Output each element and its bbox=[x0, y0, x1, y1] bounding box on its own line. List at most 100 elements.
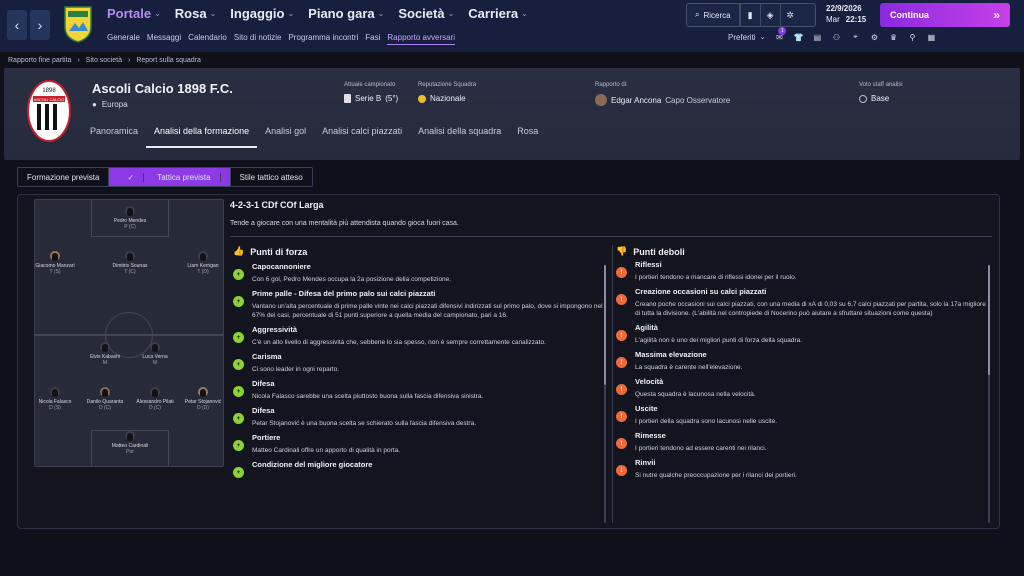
submenu-programma-incontri[interactable]: Programma incontri bbox=[288, 33, 358, 45]
submenu-sito-notizie[interactable]: Sito di notizie bbox=[234, 33, 282, 45]
training-icon[interactable]: ⚙ bbox=[869, 32, 879, 42]
reputation-value: Nazionale bbox=[430, 94, 466, 103]
club-crest-icon[interactable] bbox=[63, 5, 93, 43]
item-text: I portieri tendono a mancare di riflessi… bbox=[635, 274, 797, 281]
player-marker[interactable]: Petar Stojanović D (D) bbox=[183, 387, 223, 411]
menu-rosa[interactable]: Rosa ⌄ bbox=[175, 6, 217, 21]
trophy-icon[interactable]: ♛ bbox=[888, 32, 898, 42]
list-item: ! Rinvii Si nutre qualche preoccupazione p… bbox=[616, 458, 986, 480]
menu-label: Società bbox=[398, 6, 445, 21]
player-position: T (D) bbox=[197, 269, 209, 275]
weakness-icon: ! bbox=[616, 267, 627, 278]
chevron-right-icon: › bbox=[127, 57, 131, 64]
region-label: Europa bbox=[101, 100, 128, 109]
league-name[interactable]: Serie B bbox=[355, 94, 381, 103]
staff-vote-value: Base bbox=[871, 94, 890, 103]
tactics-icon[interactable]: ⌖ bbox=[850, 32, 860, 42]
continue-button[interactable]: Continua » bbox=[880, 3, 1010, 27]
people-icon[interactable]: ⚇ bbox=[831, 32, 841, 42]
chevron-right-icon: › bbox=[77, 57, 80, 64]
player-marker[interactable]: Liam Kerrigan T (D) bbox=[183, 251, 223, 275]
tab-analisi-calci-piazzati[interactable]: Analisi calci piazzati bbox=[314, 126, 410, 148]
tab-panoramica[interactable]: Panoramica bbox=[82, 126, 146, 148]
date-text: 22/9/2026 bbox=[826, 4, 862, 13]
player-marker[interactable]: Luca Verna M bbox=[135, 342, 175, 366]
report-tabs: Panoramica Analisi della formazione Anal… bbox=[82, 126, 546, 148]
menu-ingaggio[interactable]: Ingaggio ⌄ bbox=[230, 6, 294, 21]
strength-icon: + bbox=[233, 332, 244, 343]
team-region: ● Europa bbox=[92, 100, 128, 109]
list-item: ! Rimesse I portieri tendono ad essere car… bbox=[616, 431, 986, 453]
inbox-icon[interactable]: ✉ 1 bbox=[774, 27, 787, 42]
menu-label: Rosa bbox=[174, 6, 207, 21]
player-marker[interactable]: Pedro Mendes P (C) bbox=[110, 206, 150, 230]
player-marker[interactable]: Dimitris Sounas T (C) bbox=[110, 251, 150, 275]
menu-carriera[interactable]: Carriera ⌄ bbox=[468, 6, 528, 21]
submenu-rapporto-avversari[interactable]: Rapporto avversari bbox=[387, 33, 455, 45]
heading-label: Punti di forza bbox=[250, 246, 308, 257]
player-marker[interactable]: Matteo Cardinali Por bbox=[110, 431, 150, 455]
player-marker[interactable]: Elvis Kabashi M bbox=[85, 342, 125, 366]
calendar-icon[interactable]: ▦ bbox=[926, 32, 936, 42]
scrollbar-thumb[interactable] bbox=[988, 265, 990, 375]
team-crest-icon: 1898 ASCOLI CALCIO bbox=[27, 80, 71, 142]
subtab-tattica-prevista[interactable]: ✓ Tattica prevista bbox=[109, 168, 231, 186]
item-text: Creano poche occasioni sui calci piazzat… bbox=[635, 301, 986, 317]
chevron-down-icon: ⌄ bbox=[759, 34, 766, 41]
report-by-block: Rapporto di: Edgar Ancona Capo Osservator… bbox=[595, 82, 730, 106]
tab-analisi-gol[interactable]: Analisi gol bbox=[257, 126, 314, 148]
breadcrumb-item[interactable]: Rapporto fine partita bbox=[8, 57, 71, 64]
settings-button[interactable]: ✲ bbox=[779, 4, 800, 26]
player-position: T (S) bbox=[49, 269, 61, 275]
search-button[interactable]: ⌕ Ricerca bbox=[687, 4, 740, 26]
back-button[interactable]: ‹ bbox=[7, 10, 27, 40]
item-text: Con 6 gol, Pedro Mendes occupa la 2a pos… bbox=[252, 276, 452, 283]
info-label: Rapporto di: bbox=[595, 82, 628, 88]
submenu-messaggi[interactable]: Messaggi bbox=[147, 33, 181, 45]
top-bar: ‹ › Portale ⌄ Rosa ⌄ Ingaggio ⌄ Piano gara ⌄… bbox=[0, 0, 1024, 52]
scrollbar-thumb[interactable] bbox=[604, 265, 606, 385]
chevron-down-icon: ⌄ bbox=[521, 9, 528, 18]
menu-societa[interactable]: Società ⌄ bbox=[398, 6, 454, 21]
tab-rosa[interactable]: Rosa bbox=[509, 126, 546, 148]
breadcrumb-item[interactable]: Sito società bbox=[86, 57, 122, 64]
favorites-dropdown[interactable]: Preferiti ⌄ bbox=[728, 33, 765, 42]
column-divider bbox=[612, 245, 613, 523]
player-marker[interactable]: Giacomo Manzari T (S) bbox=[35, 251, 75, 275]
forward-button[interactable]: › bbox=[30, 10, 50, 40]
date-display[interactable]: 22/9/2026 Mar 22:15 bbox=[826, 3, 874, 27]
player-marker[interactable]: Alessandro Pilati D (C) bbox=[135, 387, 175, 411]
player-position: Por bbox=[126, 449, 134, 455]
thumbs-down-icon: 👎 bbox=[616, 246, 628, 256]
list-item: ! Velocità Questa squadra è lacunosa nella… bbox=[616, 377, 986, 399]
player-avatar bbox=[125, 206, 135, 216]
scout-name[interactable]: Edgar Ancona bbox=[611, 96, 661, 105]
submenu-calendario[interactable]: Calendario bbox=[188, 33, 227, 45]
bookmark-button[interactable]: ▮ bbox=[739, 4, 760, 26]
weakness-icon: ! bbox=[616, 438, 627, 449]
menu-portale[interactable]: Portale ⌄ bbox=[107, 6, 161, 21]
document-icon[interactable]: ▤ bbox=[812, 32, 822, 42]
rating-circle-icon bbox=[859, 94, 867, 103]
tab-analisi-formazione[interactable]: Analisi della formazione bbox=[146, 126, 258, 148]
list-item: + Prime palle - Difesa del primo palo sui… bbox=[233, 289, 603, 320]
item-text: C'è un alto livello di aggressività che,… bbox=[252, 339, 546, 346]
submenu-fasi[interactable]: Fasi bbox=[365, 33, 380, 45]
day-text: Mar bbox=[826, 15, 840, 24]
player-marker[interactable]: Nicola Falasco D (S) bbox=[35, 387, 75, 411]
submenu-generale[interactable]: Generale bbox=[107, 33, 140, 45]
player-position: D (C) bbox=[149, 405, 161, 411]
formation-panel: Pedro Mendes P (C) Giacomo Manzari T (S) D… bbox=[17, 194, 1000, 529]
menu-piano-gara[interactable]: Piano gara ⌄ bbox=[308, 6, 384, 21]
person-icon[interactable]: ⚲ bbox=[907, 32, 917, 42]
subtab-formazione-prevista[interactable]: Formazione prevista bbox=[18, 168, 110, 186]
item-title: Difesa bbox=[252, 406, 275, 415]
player-avatar bbox=[50, 387, 60, 397]
subtab-stile-tattico[interactable]: Stile tattico atteso bbox=[231, 168, 312, 186]
crest-text: ASCOLI CALCIO bbox=[34, 97, 65, 102]
club-shield-button[interactable]: ◈ bbox=[759, 4, 780, 26]
item-text: Nicola Falasco sarebbe una scelta piutto… bbox=[252, 393, 484, 400]
player-marker[interactable]: Danilo Quaranta D (C) bbox=[85, 387, 125, 411]
tab-analisi-squadra[interactable]: Analisi della squadra bbox=[410, 126, 509, 148]
shirt-icon[interactable]: 👕 bbox=[793, 32, 803, 42]
